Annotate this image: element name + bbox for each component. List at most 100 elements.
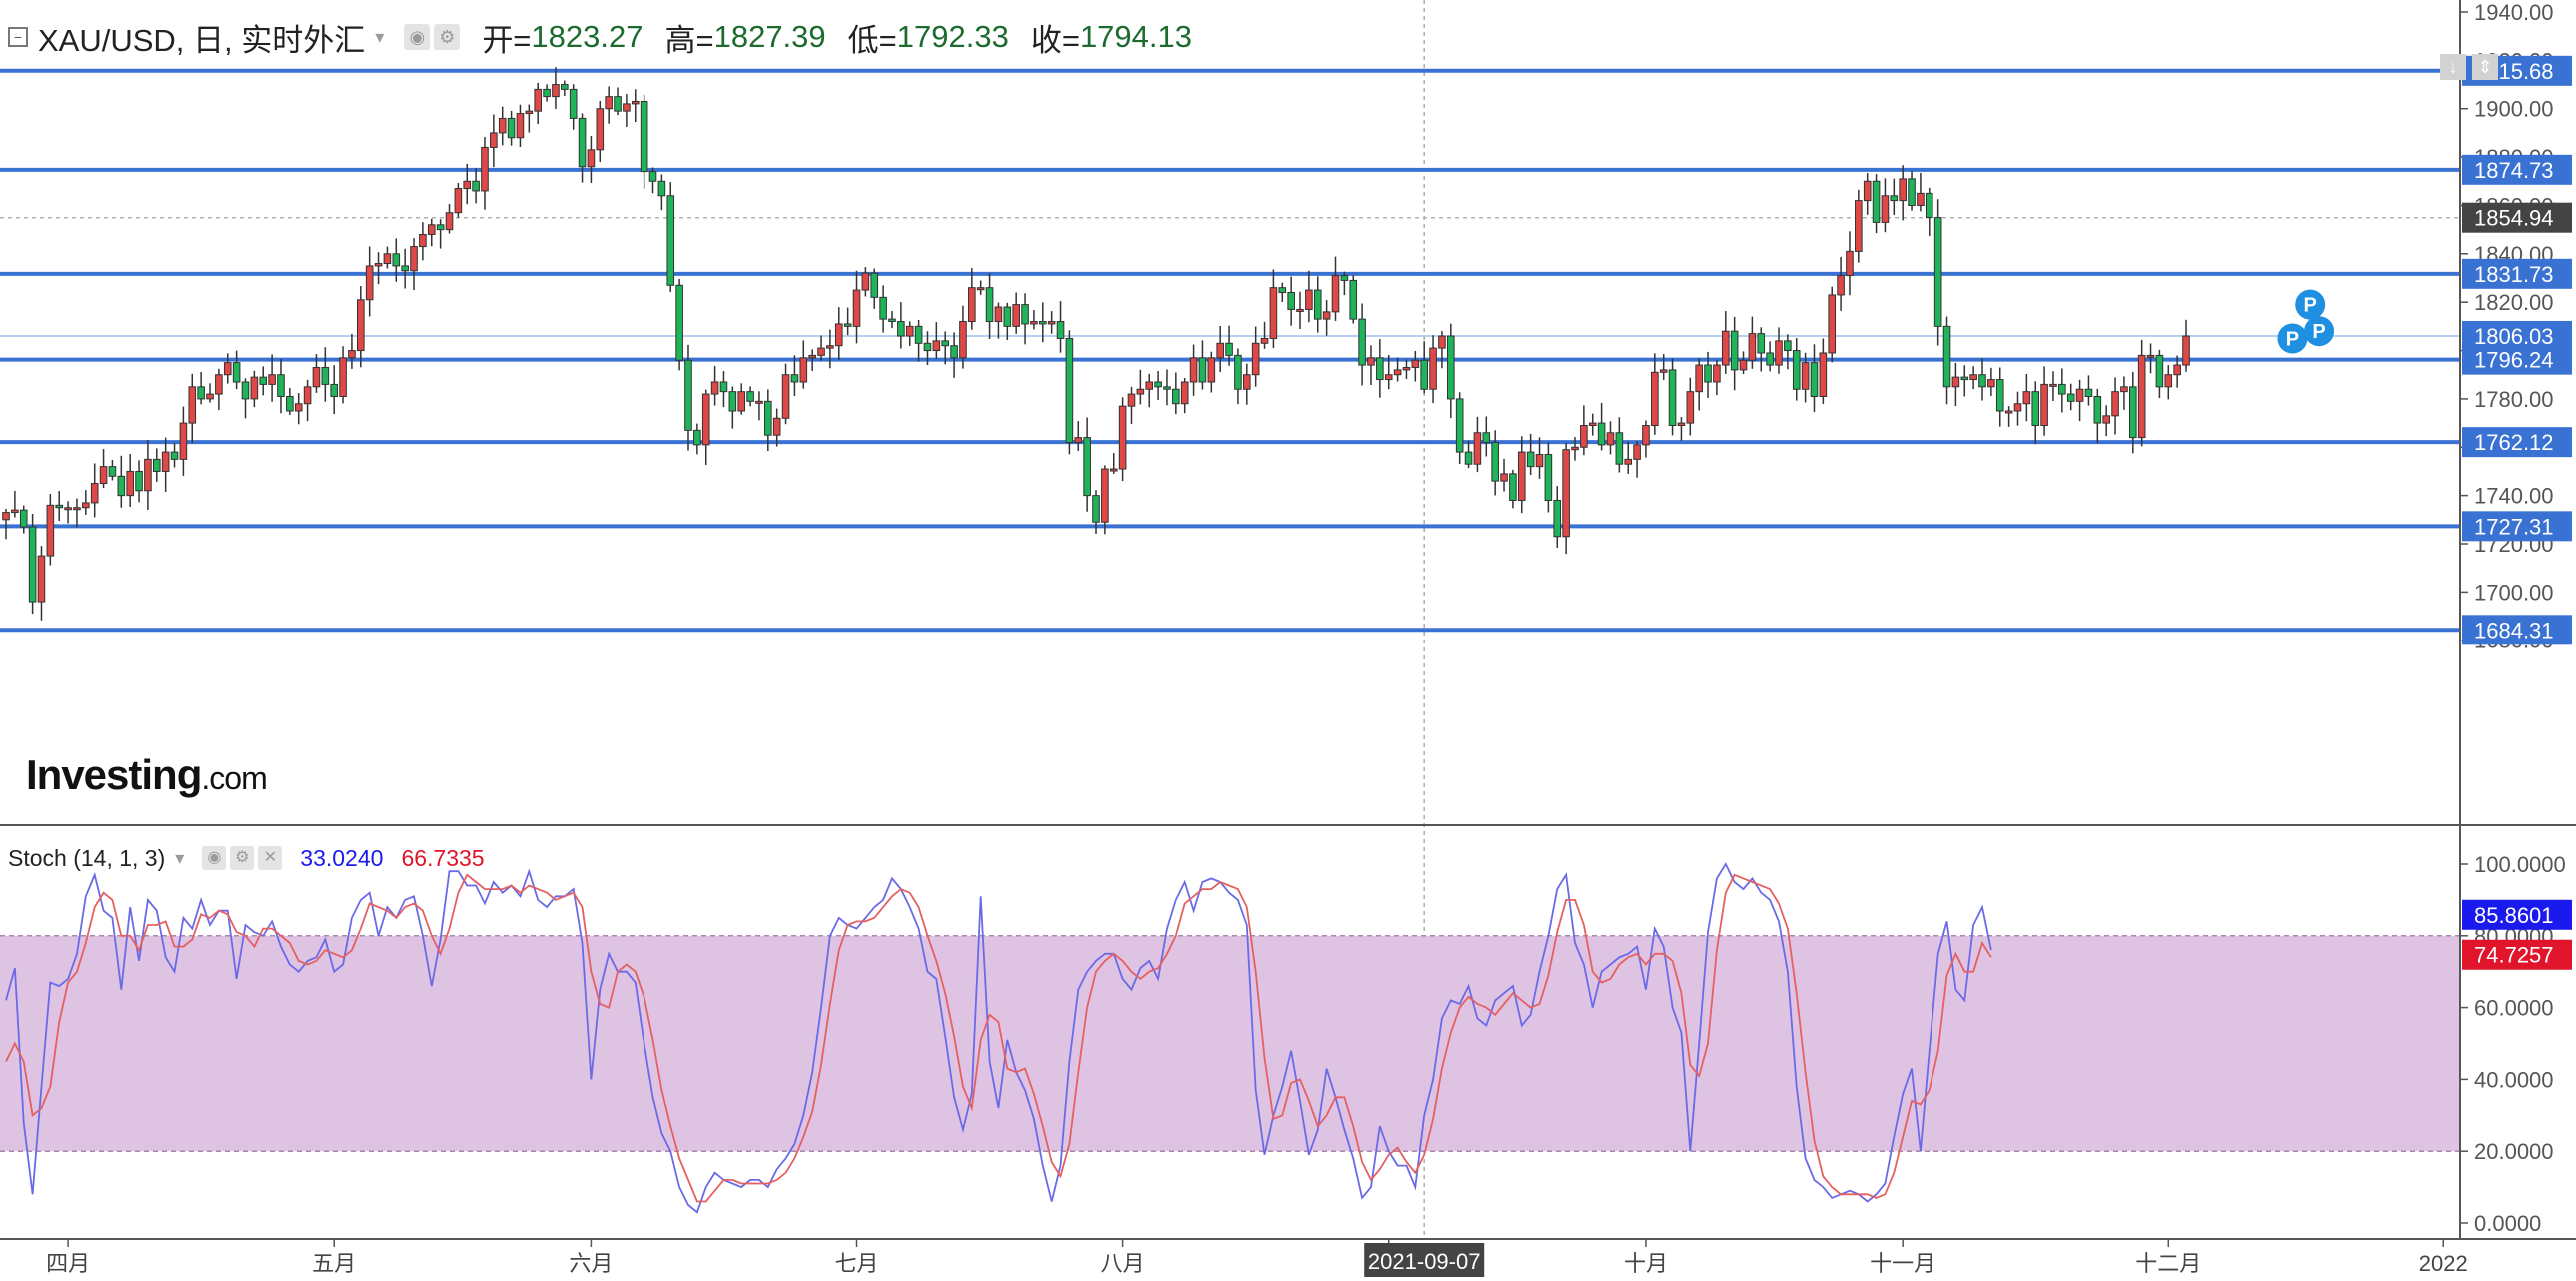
candle-up <box>365 265 374 301</box>
time-tick-label: 四月 <box>46 1251 90 1276</box>
candle-up <box>808 354 816 359</box>
gear-icon[interactable]: ⚙ <box>434 24 461 50</box>
candle-up <box>861 272 870 291</box>
candle-up <box>596 108 605 151</box>
candle-up <box>1322 311 1331 320</box>
candle-down <box>1810 362 1819 397</box>
candle-up <box>1251 342 1260 376</box>
candle-up <box>1118 405 1127 470</box>
collapse-toggle-icon[interactable]: − <box>8 27 28 47</box>
candle-down <box>897 321 905 337</box>
move-down-icon[interactable]: ↓ <box>2440 54 2466 80</box>
investing-logo: Investing.com <box>26 751 268 799</box>
candle-up <box>799 357 808 383</box>
stoch-tick-label: 40.0000 <box>2474 1067 2554 1092</box>
candle-down <box>2093 395 2102 424</box>
stochastic-pane[interactable] <box>0 862 2460 1214</box>
candle-up <box>826 345 834 349</box>
candle-down <box>1278 287 1287 294</box>
candle-up <box>1828 294 1837 354</box>
stoch-tick-label: 0.0000 <box>2474 1211 2541 1236</box>
candle-up <box>179 422 188 460</box>
candle-up <box>1580 425 1588 448</box>
candle-down <box>693 429 701 446</box>
candle-up <box>701 393 710 446</box>
candle-down <box>1358 318 1366 366</box>
chevron-down-icon[interactable]: ▾ <box>175 848 184 869</box>
candle-down <box>2058 383 2066 395</box>
price-tick-label: 1740.00 <box>2474 484 2554 509</box>
candle-up <box>2022 391 2031 405</box>
main-legend: − XAU/USD, 日, 实时外汇 ▾ ◉ ⚙ 开= 1823.27 高= 182… <box>8 14 1192 60</box>
candle-down <box>392 253 401 267</box>
low-value: 1792.33 <box>896 19 1009 54</box>
candle-down <box>675 284 683 361</box>
candle-up <box>2137 354 2146 439</box>
close-label: 收= <box>1030 22 1080 58</box>
level-price-label: 1684.31 <box>2474 618 2554 642</box>
candle-down <box>1792 350 1801 390</box>
candle-up <box>1127 393 1136 407</box>
candle-up <box>1899 178 1907 202</box>
time-tick-label: 十月 <box>1624 1251 1668 1276</box>
time-axis[interactable]: 四月五月六月七月八月九月十月十一月十二月20222021-09-07 <box>0 1238 2576 1277</box>
price-tick-label: 1900.00 <box>2474 97 2554 122</box>
chevron-down-icon[interactable]: ▾ <box>375 27 384 48</box>
candle-up <box>1917 192 1925 206</box>
candle-up <box>1588 422 1597 427</box>
candle-up <box>82 502 90 509</box>
candle-down <box>28 526 37 603</box>
high-value: 1827.39 <box>713 19 826 54</box>
candle-down <box>1553 499 1562 538</box>
candle-up <box>294 403 303 412</box>
candle-up <box>312 366 321 388</box>
chart-canvas[interactable]: PPP 1680.001700.001720.001740.001760.001… <box>0 0 2576 1281</box>
candle-up <box>1216 342 1224 359</box>
candle-up <box>1101 468 1109 523</box>
candle-up <box>1438 335 1446 349</box>
level-price-label: 1874.73 <box>2474 158 2554 183</box>
candle-up <box>1855 200 1863 252</box>
open-value: 1823.27 <box>531 19 644 54</box>
close-icon[interactable]: ✕ <box>258 846 283 870</box>
symbol-title[interactable]: XAU/USD, 日, 实时外汇 <box>38 15 365 60</box>
candle-up <box>64 507 72 511</box>
indicator-name[interactable]: Stoch (14, 1, 3) <box>8 845 165 872</box>
overbought-oversold-band <box>0 935 2460 1152</box>
candle-down <box>436 224 445 231</box>
candle-up <box>834 323 843 347</box>
time-tick-label: 七月 <box>835 1251 879 1276</box>
high-label: 高= <box>664 22 714 58</box>
p-marker-icon[interactable]: P <box>2304 316 2335 347</box>
candle-up <box>1074 437 1083 443</box>
candle-down <box>1154 381 1162 388</box>
candle-up <box>1819 352 1828 397</box>
candle-up <box>374 262 383 267</box>
candle-down <box>1597 422 1606 446</box>
candle-down <box>764 400 772 436</box>
eye-icon[interactable]: ◉ <box>202 846 227 870</box>
candle-up <box>46 504 55 557</box>
eye-icon[interactable]: ◉ <box>404 24 431 50</box>
p-marker-icon[interactable]: P <box>2295 289 2326 320</box>
candle-down <box>1198 357 1207 383</box>
candle-down <box>1908 178 1916 206</box>
time-tick-label: 六月 <box>569 1251 613 1276</box>
maximize-icon[interactable]: ⇕ <box>2472 54 2498 80</box>
candle-down <box>578 117 587 168</box>
gear-icon[interactable]: ⚙ <box>230 846 255 870</box>
candle-up <box>454 188 463 214</box>
candle-down <box>1890 195 1899 202</box>
candle-up <box>463 180 472 190</box>
candle-up <box>188 386 197 424</box>
candle-up <box>1713 364 1721 383</box>
candle-up <box>268 374 276 385</box>
candle-up <box>2102 415 2110 424</box>
candle-down <box>1668 369 1677 427</box>
candle-up <box>1846 250 1854 277</box>
p-marker-icon[interactable]: P <box>2277 323 2308 354</box>
candle-up <box>2146 354 2155 358</box>
candle-down <box>1163 386 1171 390</box>
candle-down <box>1038 321 1047 325</box>
candle-down <box>2155 354 2164 388</box>
